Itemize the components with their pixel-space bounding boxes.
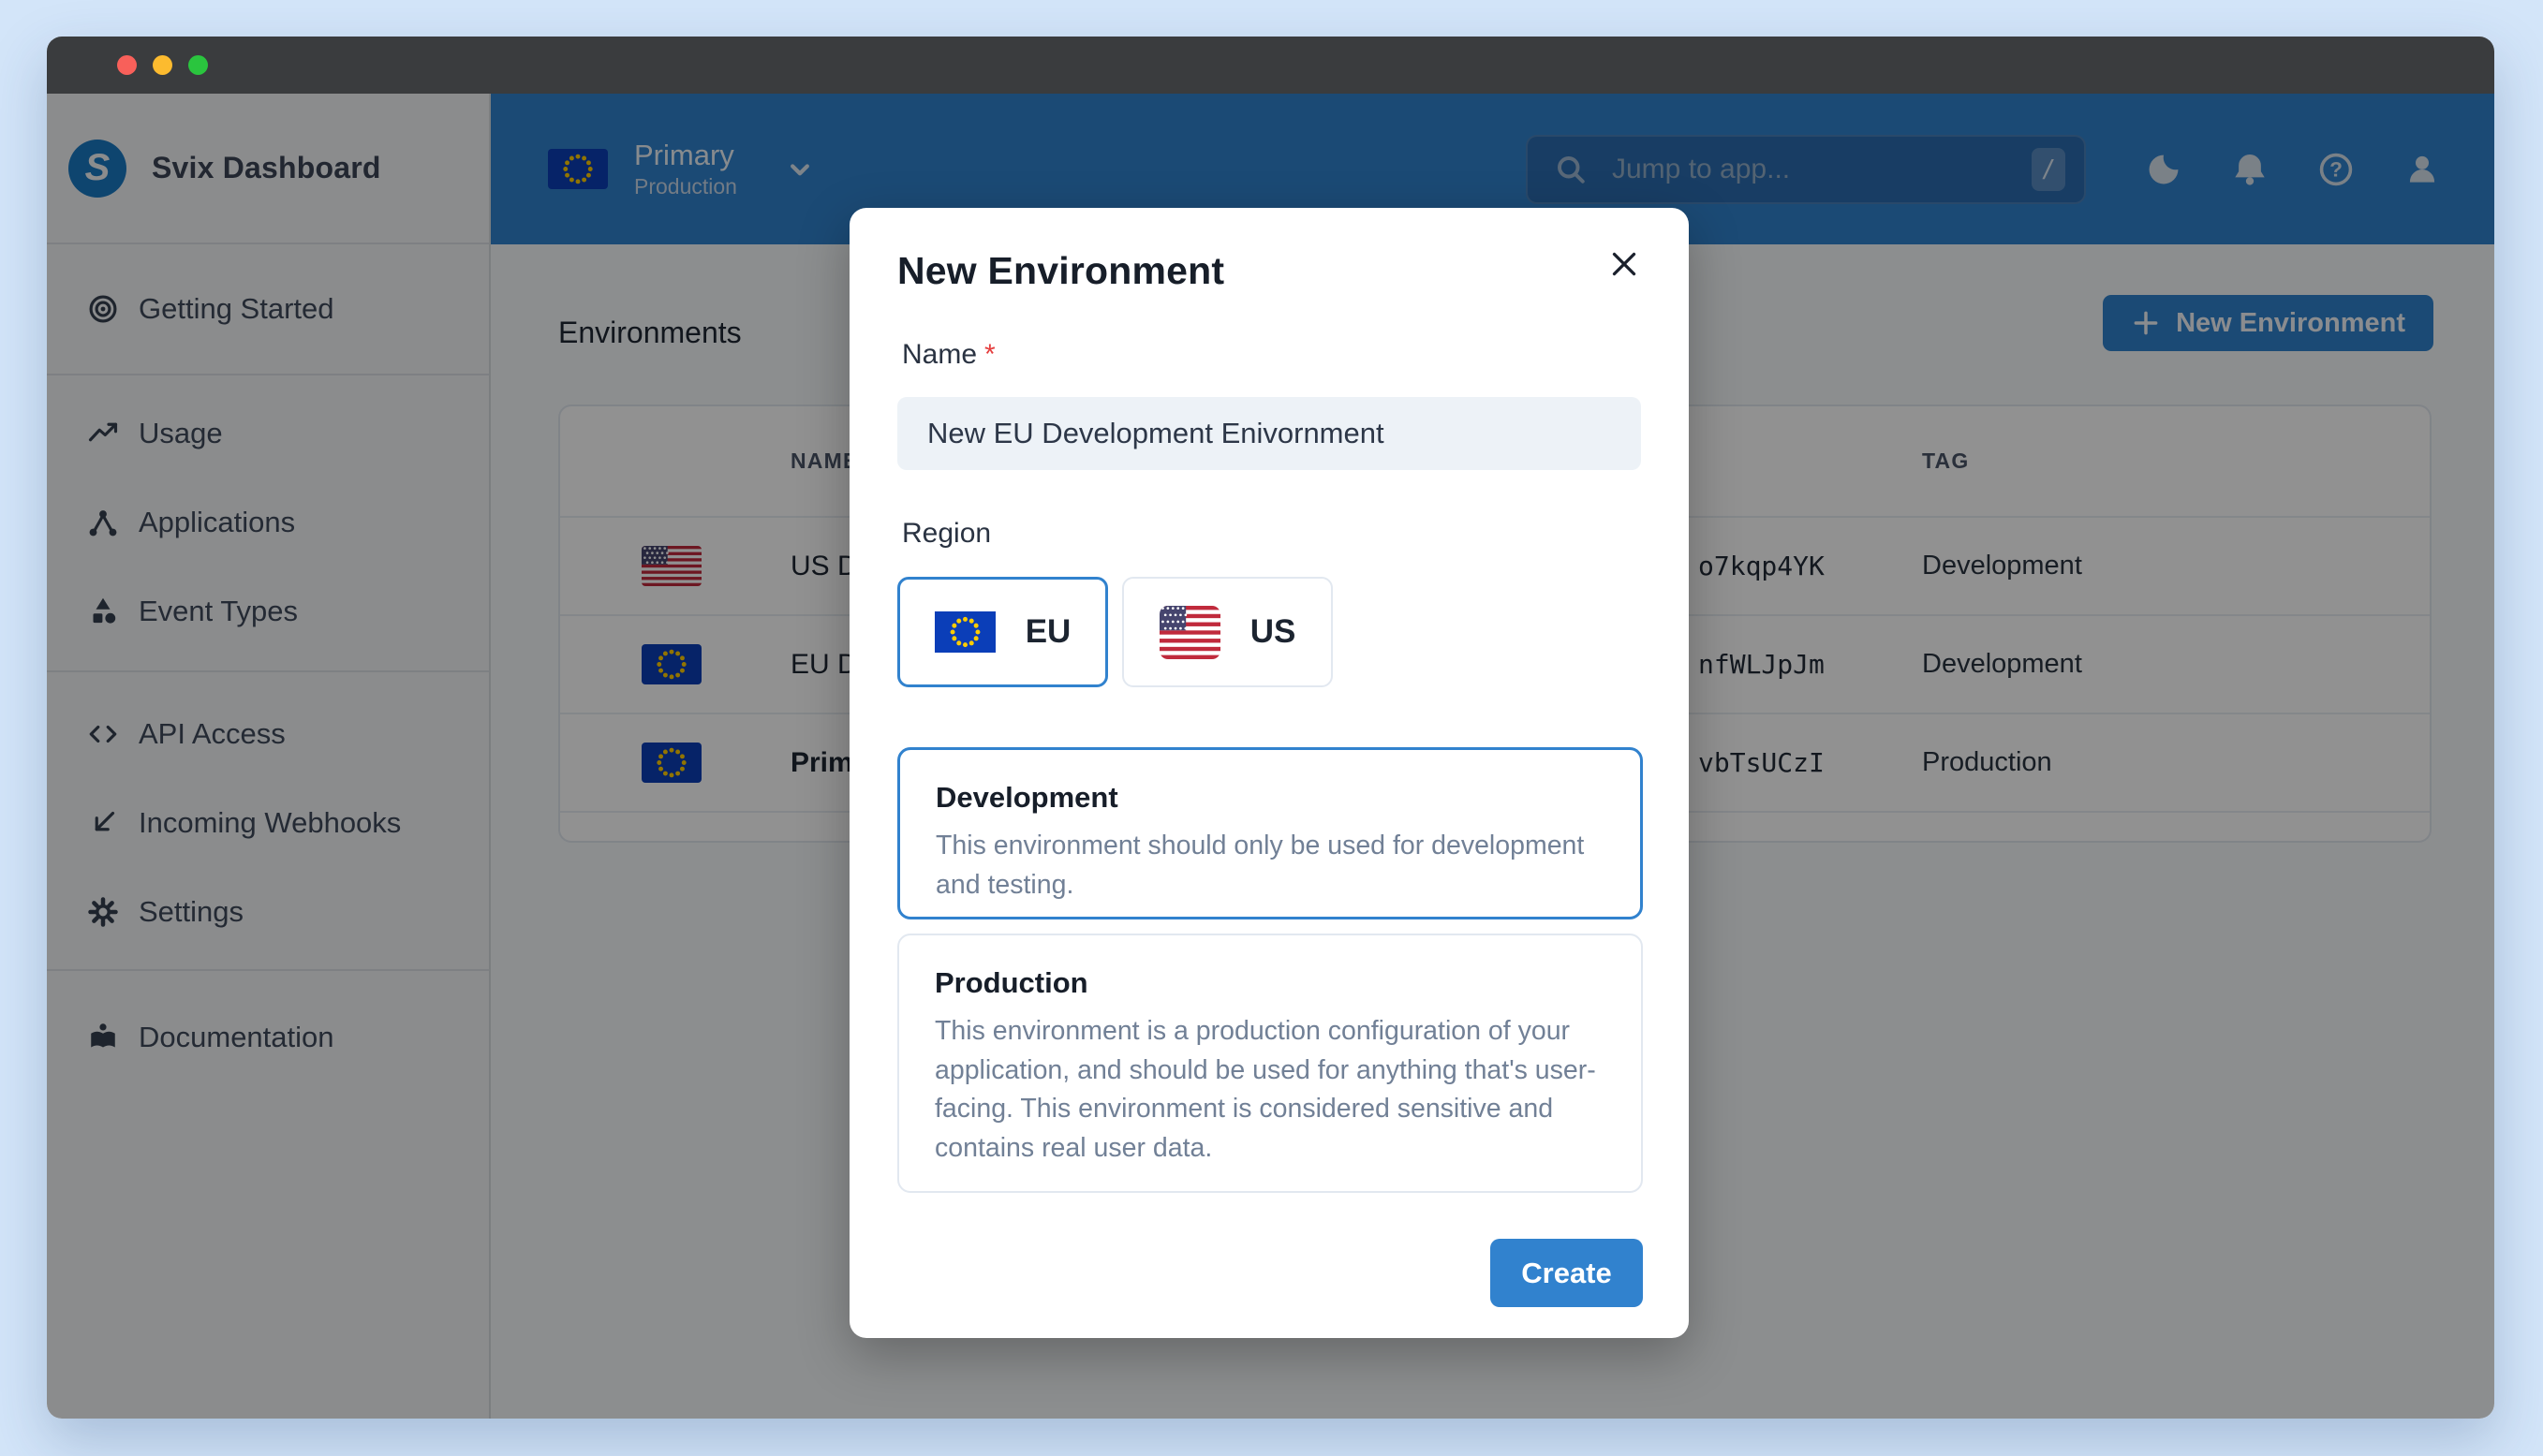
region-field-label: Region — [902, 518, 992, 549]
modal-title: New Environment — [897, 249, 1225, 292]
create-button[interactable]: Create — [1490, 1239, 1643, 1307]
new-environment-modal: New Environment Name* Region EU US Devel… — [850, 208, 1689, 1338]
env-type-title: Production — [935, 966, 1088, 999]
env-type-title: Development — [936, 781, 1118, 814]
region-options: EU US — [897, 577, 1333, 687]
modal-header: New Environment — [897, 236, 1641, 293]
name-field-label: Name * — [902, 339, 996, 370]
region-option-us[interactable]: US — [1122, 577, 1333, 687]
region-code-label: US — [1249, 613, 1296, 650]
env-type-description: This environment is a production configu… — [935, 1016, 1596, 1163]
desktop-background: S Svix Dashboard Getting Started Usage A… — [0, 0, 2543, 1456]
env-type-description: This environment should only be used for… — [936, 831, 1585, 900]
region-code-label: EU — [1025, 613, 1072, 650]
window-titlebar — [47, 37, 2494, 94]
required-asterisk: * — [984, 339, 996, 370]
environment-name-input[interactable] — [897, 397, 1641, 470]
close-window-button[interactable] — [117, 55, 137, 75]
env-type-option-development[interactable]: Development This environment should only… — [897, 747, 1643, 919]
eu-flag-icon — [934, 611, 996, 653]
close-icon — [1612, 252, 1636, 276]
zoom-window-button[interactable] — [188, 55, 208, 75]
env-type-option-production[interactable]: Production This environment is a product… — [897, 934, 1643, 1193]
us-flag-icon — [1159, 605, 1220, 659]
minimize-window-button[interactable] — [153, 55, 172, 75]
modal-close-button[interactable] — [1600, 240, 1649, 291]
region-option-eu[interactable]: EU — [897, 577, 1108, 687]
